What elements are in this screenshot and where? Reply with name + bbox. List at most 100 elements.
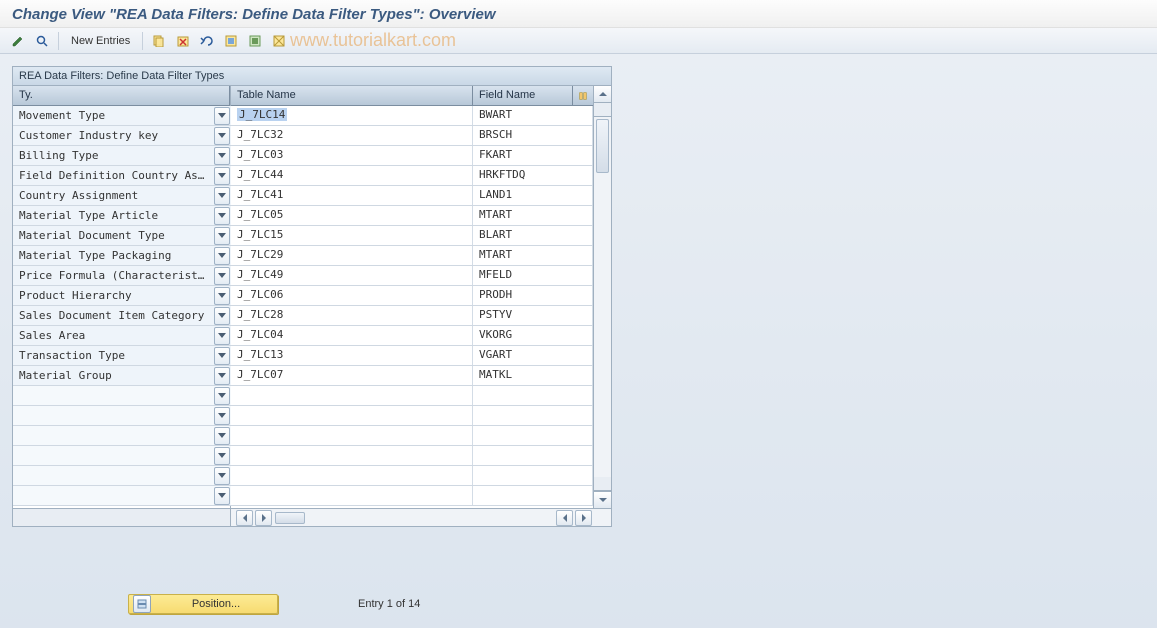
table-row[interactable]: J_7LC03FKART xyxy=(231,146,593,166)
hscroll-track[interactable] xyxy=(231,509,611,526)
type-dropdown-empty[interactable] xyxy=(13,446,231,466)
scroll-thumb[interactable] xyxy=(596,119,609,173)
cell-table-name[interactable]: J_7LC49 xyxy=(231,266,473,285)
chevron-down-icon[interactable] xyxy=(214,147,230,165)
cell-table-name[interactable] xyxy=(231,446,473,465)
type-dropdown-empty[interactable] xyxy=(13,426,231,446)
type-dropdown[interactable]: Field Definition Country As… xyxy=(13,166,231,186)
cell-field-name[interactable]: MFELD xyxy=(473,266,593,285)
type-dropdown-empty[interactable] xyxy=(13,406,231,426)
chevron-down-icon[interactable] xyxy=(214,267,230,285)
type-dropdown[interactable]: Material Type Article xyxy=(13,206,231,226)
cell-field-name[interactable] xyxy=(473,406,593,425)
chevron-down-icon[interactable] xyxy=(214,467,230,485)
cell-field-name[interactable] xyxy=(473,466,593,485)
cell-table-name[interactable]: J_7LC06 xyxy=(231,286,473,305)
cell-field-name[interactable] xyxy=(473,426,593,445)
delete-icon[interactable] xyxy=(173,31,193,51)
cell-field-name[interactable]: VGART xyxy=(473,346,593,365)
column-header-table[interactable]: Table Name xyxy=(231,86,473,105)
cell-field-name[interactable]: BRSCH xyxy=(473,126,593,145)
horizontal-scrollbar[interactable] xyxy=(13,508,611,526)
cell-field-name[interactable]: VKORG xyxy=(473,326,593,345)
chevron-down-icon[interactable] xyxy=(214,107,230,125)
chevron-down-icon[interactable] xyxy=(214,187,230,205)
cell-field-name[interactable]: HRKFTDQ xyxy=(473,166,593,185)
table-row[interactable]: J_7LC44HRKFTDQ xyxy=(231,166,593,186)
type-dropdown[interactable]: Country Assignment xyxy=(13,186,231,206)
cell-field-name[interactable]: PSTYV xyxy=(473,306,593,325)
position-button[interactable]: Position... xyxy=(128,594,278,614)
type-dropdown[interactable]: Sales Area xyxy=(13,326,231,346)
cell-field-name[interactable] xyxy=(473,446,593,465)
cell-field-name[interactable]: MTART xyxy=(473,246,593,265)
chevron-down-icon[interactable] xyxy=(214,167,230,185)
table-row-empty[interactable] xyxy=(231,446,593,466)
table-row[interactable]: J_7LC04VKORG xyxy=(231,326,593,346)
scroll-track[interactable] xyxy=(594,117,611,477)
column-config-icon[interactable] xyxy=(573,86,593,105)
find-icon[interactable] xyxy=(32,31,52,51)
chevron-down-icon[interactable] xyxy=(214,207,230,225)
scroll-marker-bottom-icon[interactable] xyxy=(594,477,611,491)
cell-field-name[interactable]: PRODH xyxy=(473,286,593,305)
chevron-down-icon[interactable] xyxy=(214,387,230,405)
toggle-display-change-icon[interactable] xyxy=(8,31,28,51)
new-entries-button[interactable]: New Entries xyxy=(65,35,136,47)
chevron-down-icon[interactable] xyxy=(214,487,230,505)
type-dropdown[interactable]: Material Group xyxy=(13,366,231,386)
cell-table-name[interactable] xyxy=(231,406,473,425)
chevron-down-icon[interactable] xyxy=(214,447,230,465)
cell-field-name[interactable]: MTART xyxy=(473,206,593,225)
chevron-down-icon[interactable] xyxy=(214,367,230,385)
type-dropdown[interactable]: Product Hierarchy xyxy=(13,286,231,306)
cell-field-name[interactable]: BWART xyxy=(473,106,593,125)
chevron-down-icon[interactable] xyxy=(214,427,230,445)
chevron-down-icon[interactable] xyxy=(214,247,230,265)
type-dropdown[interactable]: Sales Document Item Category xyxy=(13,306,231,326)
cell-table-name[interactable]: J_7LC04 xyxy=(231,326,473,345)
scroll-left-end-icon[interactable] xyxy=(556,510,573,526)
cell-table-name[interactable]: J_7LC15 xyxy=(231,226,473,245)
cell-field-name[interactable]: BLART xyxy=(473,226,593,245)
table-row-empty[interactable] xyxy=(231,486,593,506)
scroll-marker-icon[interactable] xyxy=(594,103,611,117)
column-header-type[interactable]: Ty. xyxy=(13,86,230,105)
cell-field-name[interactable] xyxy=(473,486,593,505)
cell-table-name[interactable]: J_7LC05 xyxy=(231,206,473,225)
cell-field-name[interactable]: LAND1 xyxy=(473,186,593,205)
table-row[interactable]: J_7LC07MATKL xyxy=(231,366,593,386)
column-header-field[interactable]: Field Name xyxy=(473,86,573,105)
type-dropdown-empty[interactable] xyxy=(13,386,231,406)
table-row[interactable]: J_7LC41LAND1 xyxy=(231,186,593,206)
cell-table-name[interactable] xyxy=(231,426,473,445)
hscroll-thumb[interactable] xyxy=(275,512,305,524)
cell-table-name[interactable] xyxy=(231,386,473,405)
chevron-down-icon[interactable] xyxy=(214,227,230,245)
select-all-icon[interactable] xyxy=(221,31,241,51)
undo-icon[interactable] xyxy=(197,31,217,51)
chevron-down-icon[interactable] xyxy=(214,327,230,345)
chevron-down-icon[interactable] xyxy=(214,287,230,305)
type-dropdown[interactable]: Billing Type xyxy=(13,146,231,166)
copy-as-icon[interactable] xyxy=(149,31,169,51)
scroll-right-icon[interactable] xyxy=(255,510,272,526)
cell-field-name[interactable]: MATKL xyxy=(473,366,593,385)
type-dropdown[interactable]: Transaction Type xyxy=(13,346,231,366)
chevron-down-icon[interactable] xyxy=(214,347,230,365)
scroll-down-icon[interactable] xyxy=(594,491,611,508)
table-row-empty[interactable] xyxy=(231,426,593,446)
type-dropdown-empty[interactable] xyxy=(13,466,231,486)
table-row[interactable]: J_7LC15BLART xyxy=(231,226,593,246)
type-dropdown[interactable]: Material Document Type xyxy=(13,226,231,246)
deselect-all-icon[interactable] xyxy=(269,31,289,51)
scroll-up-icon[interactable] xyxy=(594,86,611,103)
cell-table-name[interactable]: J_7LC14 xyxy=(231,106,473,125)
table-row[interactable]: J_7LC29MTART xyxy=(231,246,593,266)
scroll-right-end-icon[interactable] xyxy=(575,510,592,526)
table-row[interactable]: J_7LC49MFELD xyxy=(231,266,593,286)
table-row-empty[interactable] xyxy=(231,386,593,406)
table-row[interactable]: J_7LC28PSTYV xyxy=(231,306,593,326)
scroll-left-icon[interactable] xyxy=(236,510,253,526)
table-row[interactable]: J_7LC14BWART xyxy=(231,106,593,126)
